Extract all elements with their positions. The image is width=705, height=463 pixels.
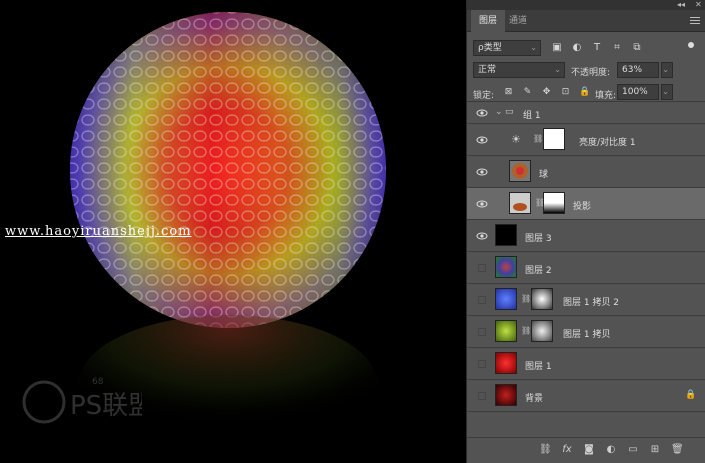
layer-name[interactable]: 亮度/对比度 1 <box>579 135 636 148</box>
eye-icon[interactable] <box>476 135 488 145</box>
visibility-toggle[interactable] <box>478 296 486 304</box>
adjustment-layer-icon[interactable]: ◐ <box>605 444 617 456</box>
panel-top-strip: ◂◂ ✕ <box>467 0 705 10</box>
layer-row[interactable]: 球 <box>467 156 705 188</box>
visibility-toggle[interactable] <box>478 264 486 272</box>
fx-icon[interactable]: fx <box>561 444 573 456</box>
panel-tabs: 图层 通道 <box>467 10 705 32</box>
layer-mask-thumbnail[interactable] <box>543 128 565 150</box>
lock-image-icon[interactable]: ✎ <box>522 87 533 98</box>
layer-thumbnail[interactable] <box>509 160 531 182</box>
folder-icon: ▭ <box>505 107 514 117</box>
opacity-value: 63% <box>622 65 643 75</box>
close-icon[interactable]: ✕ <box>695 0 702 10</box>
lock-artboard-icon[interactable]: ⊡ <box>560 87 571 98</box>
delete-layer-icon[interactable]: 🗑 <box>671 444 684 456</box>
layer-row[interactable]: 图层 3 <box>467 220 705 252</box>
ps-logo: PS联盟 68 <box>22 372 154 432</box>
layer-row[interactable]: 背景 🔒 <box>467 380 705 412</box>
fill-label: 填充: <box>595 91 617 101</box>
layer-row[interactable]: 图层 1 <box>467 348 705 380</box>
fill-dropdown[interactable]: ⌄ <box>661 84 673 100</box>
logo-small-text: 68 <box>92 377 104 387</box>
eye-icon[interactable] <box>476 108 488 118</box>
opacity-dropdown[interactable]: ⌄ <box>661 62 673 78</box>
tab-channels[interactable]: 通道 <box>501 10 535 32</box>
lock-icon[interactable]: 🔒 <box>685 390 696 400</box>
layer-row[interactable]: 图层 2 <box>467 252 705 284</box>
layer-row[interactable]: ⛓ 图层 1 拷贝 <box>467 316 705 348</box>
fill-value: 100% <box>622 87 648 97</box>
document-canvas[interactable]: www.haoyiruanshejj.com PS联盟 68 <box>0 0 466 463</box>
visibility-toggle[interactable] <box>478 328 486 336</box>
filter-kind-label: ρ类型 <box>478 43 502 53</box>
layer-row[interactable]: ☀ ⛓ 亮度/对比度 1 <box>467 124 705 156</box>
layer-name[interactable]: 球 <box>539 167 548 180</box>
lock-transparent-icon[interactable]: ⊠ <box>503 87 514 98</box>
layer-thumbnail[interactable] <box>495 352 517 374</box>
layers-bottom-bar: ⛓ fx ◙ ◐ ▭ ⊞ 🗑 <box>467 437 705 463</box>
lock-label: 锁定: <box>473 91 495 101</box>
layer-mask-thumbnail[interactable] <box>531 288 553 310</box>
layer-name[interactable]: 图层 1 拷贝 <box>563 327 610 340</box>
lock-position-icon[interactable]: ✥ <box>541 87 552 98</box>
panel-menu-icon[interactable] <box>690 15 700 25</box>
link-icon: ⛓ <box>521 294 532 303</box>
shape-filter-icon[interactable]: ⌗ <box>611 42 623 54</box>
logo-text: PS联盟 <box>70 391 142 421</box>
smart-object-filter-icon[interactable]: ⧉ <box>631 42 643 54</box>
blend-mode-value: 正常 <box>478 65 497 75</box>
new-group-icon[interactable]: ▭ <box>627 444 639 456</box>
link-icon: ⛓ <box>521 326 532 335</box>
eye-icon[interactable] <box>476 231 488 241</box>
add-mask-icon[interactable]: ◙ <box>583 444 595 456</box>
layer-thumbnail[interactable] <box>495 320 517 342</box>
layer-name[interactable]: 图层 1 <box>525 359 552 372</box>
layer-thumbnail[interactable] <box>495 288 517 310</box>
layer-name[interactable]: 图层 2 <box>525 263 552 276</box>
layer-mask-thumbnail[interactable] <box>531 320 553 342</box>
tab-layers[interactable]: 图层 <box>471 10 506 32</box>
chevron-down-icon[interactable]: ⌄ <box>495 107 503 117</box>
opacity-label: 不透明度: <box>571 68 611 78</box>
layer-name[interactable]: 组 1 <box>523 108 541 121</box>
filter-kind-select[interactable]: ρ类型 ⌄ <box>473 40 541 56</box>
type-filter-icon[interactable]: T <box>591 42 603 54</box>
lock-all-icon[interactable]: 🔒 <box>579 87 590 98</box>
opacity-input[interactable]: 63% <box>617 62 659 78</box>
layer-row[interactable]: ⛓ 投影 <box>467 188 705 220</box>
filter-toggle[interactable] <box>688 42 694 48</box>
layer-name[interactable]: 投影 <box>573 199 591 212</box>
layers-panel: ◂◂ ✕ 图层 通道 ρ类型 ⌄ ▣ ◐ T ⌗ ⧉ 正常 ⌄ 不透明度: 63% … <box>466 0 705 463</box>
adjustment-filter-icon[interactable]: ◐ <box>571 42 583 54</box>
visibility-toggle[interactable] <box>478 392 486 400</box>
layer-row[interactable]: ⛓ 图层 1 拷贝 2 <box>467 284 705 316</box>
sun-icon: ☀ <box>511 133 521 146</box>
collapse-icon[interactable]: ◂◂ <box>677 0 685 10</box>
fill-input[interactable]: 100% <box>617 84 659 100</box>
link-icon: ⛓ <box>533 134 544 143</box>
layer-name[interactable]: 图层 1 拷贝 2 <box>563 295 619 308</box>
layer-thumbnail[interactable] <box>495 224 517 246</box>
link-icon: ⛓ <box>535 198 546 207</box>
blend-mode-select[interactable]: 正常 ⌄ <box>473 62 565 78</box>
link-layers-icon[interactable]: ⛓ <box>539 444 552 456</box>
visibility-toggle[interactable] <box>478 360 486 368</box>
eye-icon[interactable] <box>476 199 488 209</box>
layer-name[interactable]: 背景 <box>525 391 543 404</box>
eye-icon[interactable] <box>476 167 488 177</box>
layer-row[interactable]: ⌄ ▭ 组 1 <box>467 102 705 124</box>
image-filter-icon[interactable]: ▣ <box>551 42 563 54</box>
layer-name[interactable]: 图层 3 <box>525 231 552 244</box>
layer-thumbnail[interactable] <box>495 256 517 278</box>
watermark-url: www.haoyiruanshejj.com <box>5 224 192 239</box>
layer-mask-thumbnail[interactable] <box>543 192 565 214</box>
layer-thumbnail[interactable] <box>509 192 531 214</box>
layer-thumbnail[interactable] <box>495 384 517 406</box>
new-layer-icon[interactable]: ⊞ <box>649 444 661 456</box>
